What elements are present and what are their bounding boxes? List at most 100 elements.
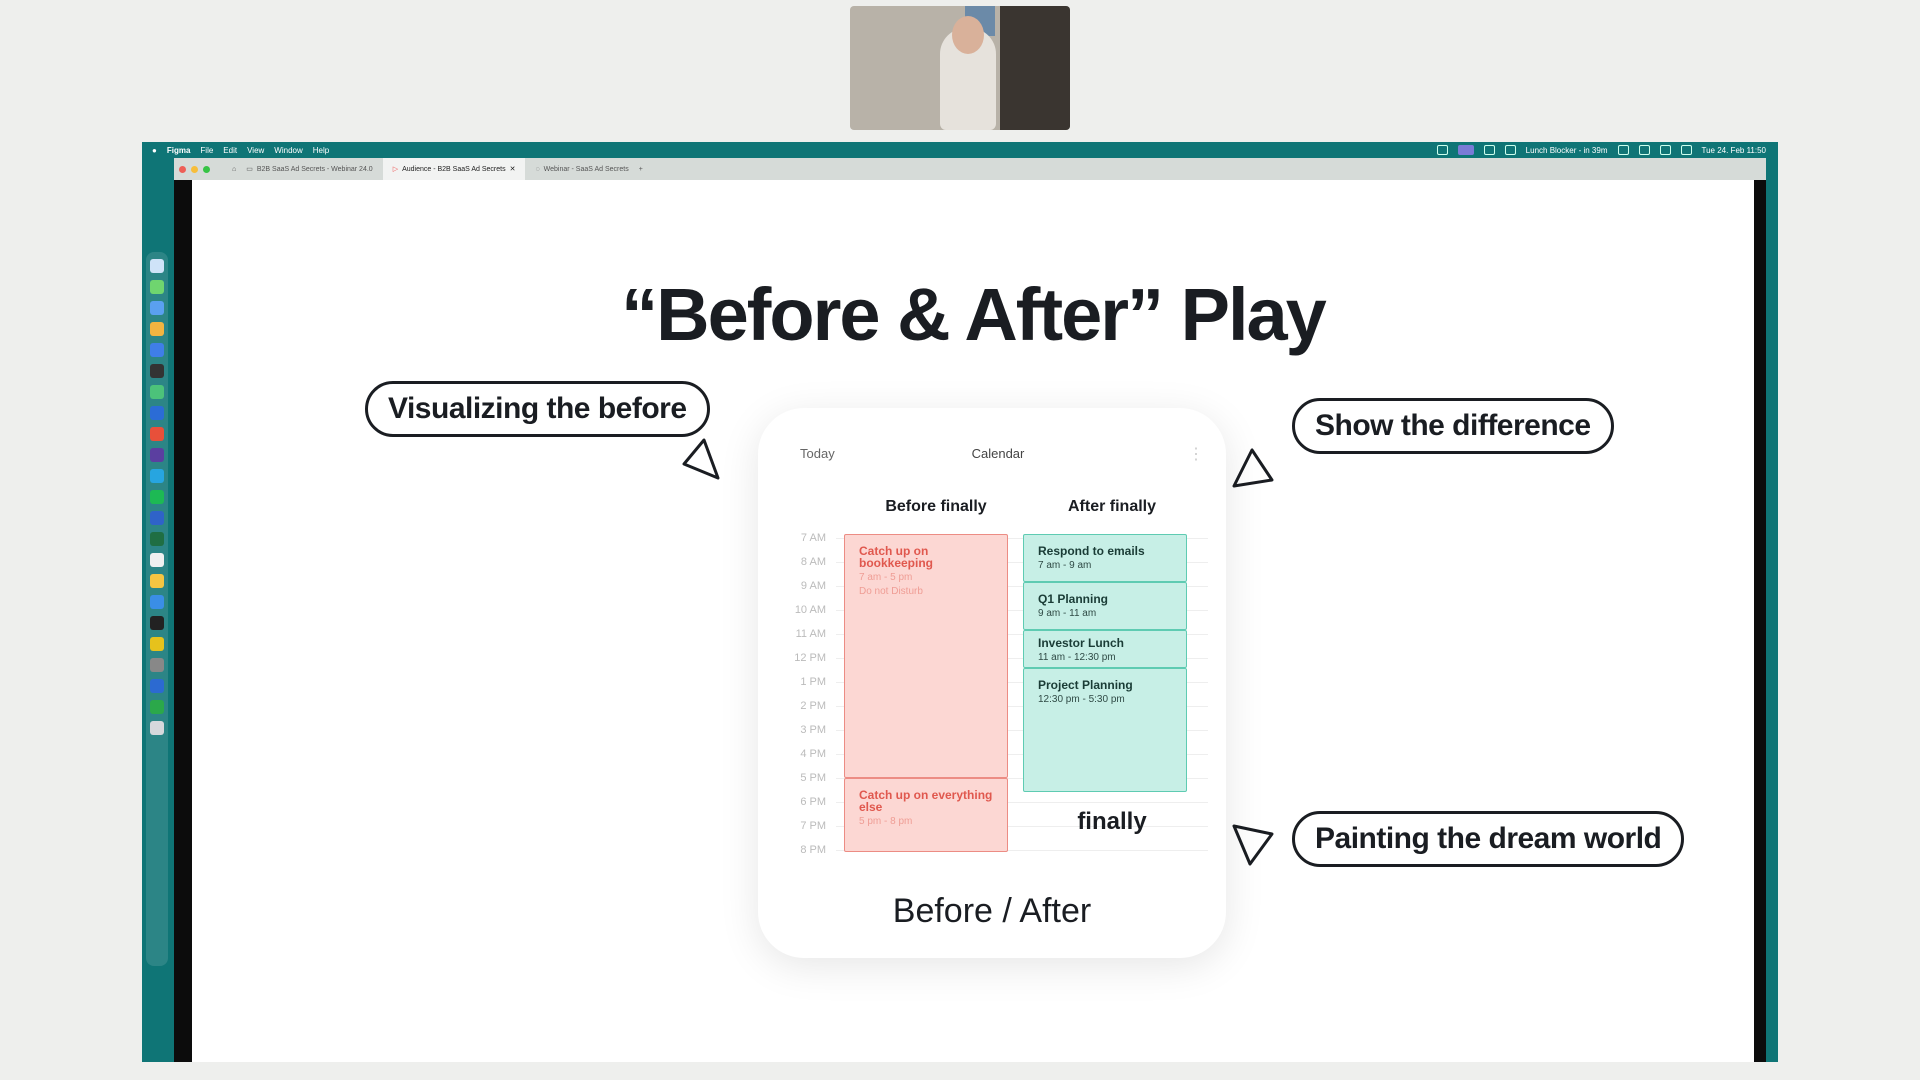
screen-share-icon[interactable] [1457, 145, 1474, 155]
event-time: 7 am - 5 pm [859, 572, 913, 583]
menu-window[interactable]: Window [274, 146, 302, 155]
chat-icon[interactable] [150, 343, 164, 357]
tab-favicon-icon: ▭ [246, 166, 253, 173]
numbers-icon[interactable] [150, 700, 164, 714]
today-label: Today [800, 446, 835, 461]
mac-menubar: ● Figma File Edit View Window Help Lunch… [142, 142, 1778, 158]
menubar-clock[interactable]: Tue 24. Feb 11:50 [1702, 146, 1767, 155]
event-note: Do not Disturb [859, 586, 923, 597]
hour-label: 7 AM [800, 532, 826, 544]
excel-icon[interactable] [150, 532, 164, 546]
telegram-icon[interactable] [150, 469, 164, 483]
arrow-top-right-icon [1232, 448, 1274, 488]
event-title: Investor Lunch [1038, 636, 1125, 650]
play-icon: ▷ [392, 166, 399, 173]
tab-webinar-secrets[interactable]: ◌ Webinar - SaaS Ad Secrets [525, 158, 638, 180]
event-project-planning[interactable]: Project Planning 12:30 pm - 5:30 pm [1023, 668, 1187, 792]
trash-icon[interactable] [150, 721, 164, 735]
hour-label: 6 PM [800, 796, 826, 808]
hour-label: 10 AM [794, 604, 826, 616]
menu-file[interactable]: File [200, 146, 213, 155]
event-catch-up-everything[interactable]: Catch up on everything else 5 pm - 8 pm [844, 778, 1008, 852]
settings-app-icon[interactable] [150, 658, 164, 672]
event-time: 5 pm - 8 pm [859, 816, 913, 827]
dock [146, 252, 168, 966]
finally-label: finally [1077, 808, 1147, 835]
1password-icon[interactable] [150, 679, 164, 693]
tab-label: B2B SaaS Ad Secrets - Webinar 24.0 [256, 165, 373, 173]
calendar-phone-mockup: Today Calendar ⋮ Before finally After fi… [758, 408, 1226, 958]
event-title: Project Planning [1038, 678, 1133, 692]
appstore-icon[interactable] [150, 595, 164, 609]
event-respond-emails[interactable]: Respond to emails 7 am - 9 am [1023, 534, 1187, 582]
finder-icon[interactable] [150, 259, 164, 273]
notes-icon[interactable] [150, 553, 164, 567]
hour-label: 7 PM [800, 820, 826, 832]
tab-favicon-icon: ◌ [535, 165, 540, 173]
teams-icon[interactable] [1436, 145, 1448, 155]
apple-icon[interactable]: ● [152, 146, 157, 155]
minimize-window-button[interactable] [191, 165, 198, 173]
hour-label: 9 AM [800, 580, 826, 592]
menu-help[interactable]: Help [313, 146, 329, 155]
close-tab-icon[interactable]: ✕ [510, 165, 516, 173]
zoom-window-button[interactable] [203, 165, 210, 173]
window-edge [1754, 180, 1766, 1062]
hour-label: 2 PM [800, 700, 826, 712]
callout-show-difference: Show the difference [1292, 398, 1614, 454]
settings-icon[interactable] [1504, 145, 1516, 155]
spotify-icon[interactable] [150, 490, 164, 504]
event-bookkeeping[interactable]: Catch up on bookkeeping 7 am - 5 pm Do n… [844, 534, 1008, 778]
lunch-blocker-status[interactable]: Lunch Blocker - in 39m [1526, 146, 1608, 155]
word-icon[interactable] [150, 511, 164, 525]
tab-webinar[interactable]: ▭ B2B SaaS Ad Secrets - Webinar 24.0 [236, 158, 382, 180]
event-title: Catch up on bookkeeping [859, 544, 934, 570]
search-icon[interactable] [1680, 145, 1692, 155]
bluetooth-icon[interactable] [1617, 145, 1629, 155]
chrome-icon[interactable] [150, 322, 164, 336]
more-icon: ⋮ [1188, 446, 1204, 463]
new-tab-button[interactable]: + [639, 166, 643, 173]
hour-label: 11 AM [795, 628, 826, 640]
stickies-icon[interactable] [150, 574, 164, 588]
event-title: Q1 Planning [1038, 592, 1109, 606]
browser-window: ⌂ ▭ B2B SaaS Ad Secrets - Webinar 24.0 ▷… [174, 158, 1766, 1062]
whatsapp-icon[interactable] [150, 385, 164, 399]
hour-label: 3 PM [800, 724, 826, 736]
mail-icon[interactable] [150, 301, 164, 315]
battery-icon[interactable] [1638, 145, 1650, 155]
slide-title: “Before & After” Play [621, 273, 1327, 356]
messages-icon[interactable] [150, 280, 164, 294]
menu-app-name[interactable]: Figma [167, 146, 191, 155]
shared-screen: ● Figma File Edit View Window Help Lunch… [142, 142, 1778, 1062]
event-q1-planning[interactable]: Q1 Planning 9 am - 11 am [1023, 582, 1187, 630]
figma-icon[interactable] [150, 364, 164, 378]
menu-view[interactable]: View [247, 146, 264, 155]
menu-edit[interactable]: Edit [223, 146, 237, 155]
event-time: 12:30 pm - 5:30 pm [1038, 694, 1125, 705]
tab-audience[interactable]: ▷ Audience - B2B SaaS Ad Secrets ✕ [382, 158, 526, 180]
hour-label: 12 PM [794, 652, 826, 664]
slack-icon[interactable] [150, 448, 164, 462]
close-window-button[interactable] [179, 165, 186, 173]
presenter-video [850, 6, 1070, 130]
menubar-status-area: Lunch Blocker - in 39m Tue 24. Feb 11:50 [1436, 142, 1767, 158]
cloud-icon[interactable] [1483, 145, 1495, 155]
event-title: Respond to emails [1038, 544, 1145, 558]
bookshelf [1000, 6, 1070, 130]
event-time: 9 am - 11 am [1038, 608, 1097, 619]
arrow-left-icon [682, 438, 720, 480]
event-title: Catch up on everything else [859, 788, 993, 814]
before-after-caption: Before / After [892, 892, 1092, 930]
wifi-icon[interactable] [1659, 145, 1671, 155]
capcut-icon[interactable] [150, 616, 164, 630]
event-investor-lunch[interactable]: Investor Lunch 11 am - 12:30 pm [1023, 630, 1187, 668]
slide-canvas: “Before & After” Play Visualizing the be… [192, 180, 1754, 1062]
norton-icon[interactable] [150, 637, 164, 651]
event-time: 11 am - 12:30 pm [1038, 652, 1116, 663]
zoom-icon[interactable] [150, 406, 164, 420]
hour-label: 8 PM [800, 844, 826, 856]
callout-visualizing: Visualizing the before [365, 381, 710, 437]
hour-label: 5 PM [800, 772, 826, 784]
notion-icon[interactable] [150, 427, 164, 441]
